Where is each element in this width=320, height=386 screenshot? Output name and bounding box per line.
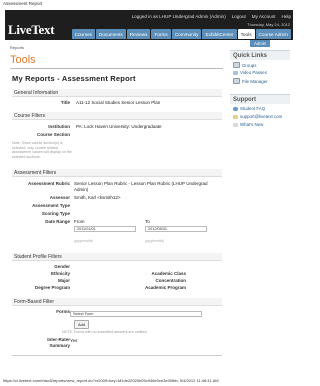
logged-in-user: Logged in as LHUP Undergrad Admin (Admin… [131,13,226,19]
concentration-label: Concentration [155,278,186,283]
gender-label: Gender [54,264,70,269]
browser-window-title: Assessment Report [3,1,43,6]
institution-value: PA: Lock Haven University: Undergraduate [76,124,162,129]
current-date: Thursday, May 24, 2012 [247,22,290,27]
institution-label: Institution [48,124,70,129]
from-label: From [74,219,85,224]
help-link[interactable]: Help [282,14,291,19]
inter-rater-value: Yes [70,338,78,343]
folder-icon [233,78,240,84]
page-url: https://cl.livetext.com/misc5/reports/vi… [3,378,219,383]
quick-link-file-manager[interactable]: File Manager [233,78,268,84]
report-title: My Reports - Assessment Report [12,74,136,83]
assessor-value: Smith, Karl <ksmith12> [74,195,121,200]
new-icon [233,122,238,127]
date-range-label: Date Range [45,219,70,224]
course-section-label: Course Section [36,132,70,137]
to-date-hint: (yyyy/mm/dd) [145,239,165,243]
quick-link-video-passes[interactable]: Video Passes [233,70,267,75]
academic-class-label: Academic Class [151,271,186,276]
quick-links-heading: Quick Links [230,50,290,60]
my-account-link[interactable]: My Account [252,14,276,19]
tab-exhibitcenter[interactable]: ExhibitCenter [202,29,237,39]
forms-note: NOTE: Forms with no submitted answers ar… [62,330,148,334]
rubric-value: Senior Lesson Plan Rubric - Lesson Plan … [74,181,208,192]
tab-course-admin[interactable]: Course Admin [255,29,291,39]
ethnicity-label: Ethnicity [50,271,70,276]
document-icon [233,62,240,68]
course-filters-heading: Course Filters [12,112,222,120]
tab-forms[interactable]: Forms [151,29,171,39]
tab-reviews[interactable]: Reviews [126,29,151,39]
degree-program-label: Degree Program [34,285,70,290]
divider [12,355,222,356]
assessment-filters-heading: Assessment Filters [12,169,222,177]
academic-program-label: Academic Program [144,285,186,290]
breadcrumb[interactable]: Reports [10,45,24,50]
support-link-student-faq[interactable]: Student FAQ [233,106,265,111]
tab-courses[interactable]: Courses [71,29,96,39]
general-info-heading: General Information [12,89,222,97]
app-header: LiveText Logged in as LHUP Undergrad Adm… [5,10,293,40]
major-label: Major [57,278,70,283]
from-date-hint: (yyyy/mm/dd) [74,239,94,243]
add-form-button[interactable]: Add [74,320,89,329]
forms-label: Forms [56,309,70,314]
support-link-whats-new[interactable]: What's New [233,122,263,127]
to-date-field[interactable]: 2012/05/31 [145,226,207,232]
section-title: Tools [10,54,36,66]
form-select[interactable]: Select Form [70,311,202,317]
tab-tools[interactable]: Tools [237,29,255,39]
help-icon [233,106,238,111]
inter-rater-label: Inter-Rater Summary [47,337,70,348]
rubric-label: Assessment Rubric [27,181,70,186]
main-tabs: Courses Documents Reviews Forms Communit… [71,29,291,39]
logout-link[interactable]: Logout [232,14,246,19]
from-date-field[interactable]: 2011/01/01 [74,226,136,232]
to-label: To [145,219,150,224]
quick-link-groups[interactable]: Groups [233,62,256,68]
form-filter-heading: Form-Based Filter [12,298,222,306]
mail-icon [233,114,238,119]
tab-community[interactable]: Community [171,29,202,39]
assessor-label: Assessor [49,195,70,200]
subtab-admin[interactable]: Admin [250,40,270,47]
divider [10,68,223,69]
student-filters-heading: Student Profile Filters [12,253,222,261]
user-bar: Logged in as LHUP Undergrad Admin (Admin… [90,12,291,20]
support-heading: Support [230,94,290,104]
title-value: A11-12 Social Studies Senior Lesson Plan [76,100,161,105]
scoring-type-label: Scoring Type [41,211,70,216]
support-link-email[interactable]: support@livetext.com [233,114,282,119]
tab-documents[interactable]: Documents [96,29,126,39]
video-icon [233,70,238,75]
assessment-type-label: Assessment Type [32,203,70,208]
title-label: Title [60,100,70,105]
course-section-note: Note: Since course section(s) is selecte… [12,141,72,159]
livetext-logo[interactable]: LiveText [8,22,55,38]
